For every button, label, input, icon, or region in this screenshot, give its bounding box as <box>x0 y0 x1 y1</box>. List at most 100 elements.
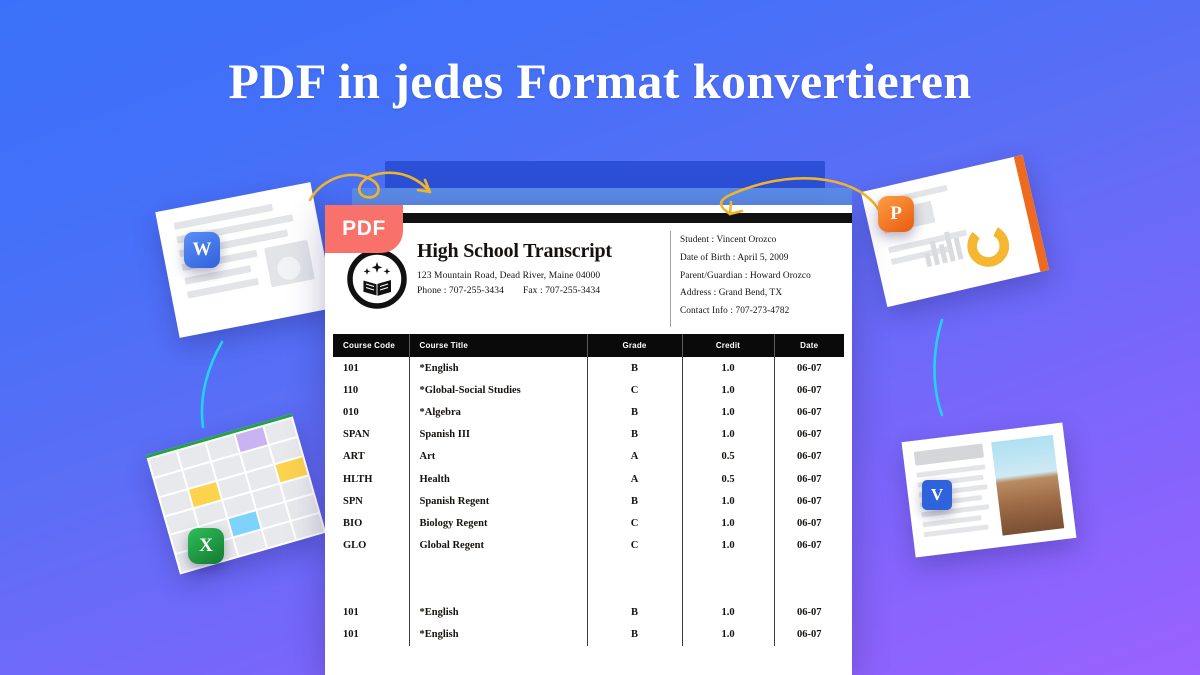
cell-grade: C <box>587 379 683 402</box>
cell-date: 06-07 <box>797 517 822 529</box>
open-book-seal-icon <box>347 249 407 309</box>
cell-course-title: *Algebra <box>409 401 588 424</box>
cell-credit: 1.0 <box>682 623 775 647</box>
column-header-grade: Grade <box>587 334 683 357</box>
cell-course-code: ART <box>333 445 410 468</box>
arc-connector-left <box>200 340 224 429</box>
cell-date: 06-07 <box>797 384 822 396</box>
cell-date: 06-07 <box>797 629 822 641</box>
table-row: 110 *Global-Social Studies C 1.0 06-07 <box>333 379 844 402</box>
cell-course-code: BIO <box>333 512 410 535</box>
cell-course-code: SPN <box>333 490 410 513</box>
table-row: HLTH Health A 0.5 06-07 <box>333 467 844 491</box>
cell-grade: C <box>587 512 683 535</box>
cell-course-title: *English <box>409 357 588 380</box>
cell-course-title: Art <box>409 445 588 468</box>
school-title: High School Transcript <box>417 240 612 262</box>
cell-date: 06-07 <box>797 362 822 374</box>
phone-label: Phone : <box>417 286 447 296</box>
excel-badge-icon: X <box>188 528 224 564</box>
column-header-date: Date <box>774 334 844 357</box>
cell-credit: 1.0 <box>682 512 775 535</box>
fax-label: Fax : <box>522 286 543 296</box>
table-row: SPAN Spanish III B 1.0 06-07 <box>333 423 844 446</box>
word-document-icon[interactable] <box>155 182 335 338</box>
pdf-badge: PDF <box>325 205 403 253</box>
cell-course-title: Global Regent <box>409 534 588 557</box>
table-row: ART Art A 0.5 06-07 <box>333 445 844 468</box>
transcript-table: Course Code Course Title Grade Credit Da… <box>333 334 844 647</box>
cell-date: 06-07 <box>797 451 822 463</box>
cell-credit: 1.0 <box>682 379 775 402</box>
table-row: 010 *Algebra B 1.0 06-07 <box>333 401 844 424</box>
school-address: 123 Mountain Road, Dead River, Maine 040… <box>417 271 601 281</box>
table-row-spacer <box>333 556 844 602</box>
cell-credit: 1.0 <box>682 423 775 446</box>
table-row: 101 *English B 1.0 06-07 <box>333 357 844 380</box>
cell-course-code: GLO <box>333 534 410 557</box>
cell-credit: 1.0 <box>682 534 775 557</box>
student-info-panel: Student : Vincent Orozco Date of Birth :… <box>670 231 852 327</box>
cell-course-code: HLTH <box>333 467 410 491</box>
word-thumbnail-placeholder <box>264 239 315 288</box>
cell-credit: 1.0 <box>682 401 775 424</box>
school-contact: Phone : 707-255-3434 Fax : 707-255-3434 <box>417 286 670 296</box>
table-body: 101 *English B 1.0 06-07 110 *Global-Social St… <box>333 357 844 647</box>
arc-connector-right <box>933 318 944 417</box>
cell-date: 06-07 <box>797 429 822 441</box>
cell-grade: B <box>587 401 683 424</box>
cell-date: 06-07 <box>797 495 822 507</box>
cell-credit: 1.0 <box>682 490 775 513</box>
cell-credit: 1.0 <box>682 357 775 380</box>
cell-grade: B <box>587 623 683 647</box>
excel-spreadsheet-icon[interactable] <box>145 413 327 575</box>
cell-course-title: Health <box>409 467 588 491</box>
table-row: 101 *English B 1.0 06-07 <box>333 601 844 624</box>
cell-grade: B <box>587 357 683 380</box>
cell-course-code: 101 <box>333 357 410 380</box>
cell-course-title: *Global-Social Studies <box>409 379 588 402</box>
cell-credit: 0.5 <box>682 445 775 468</box>
ppt-donut-chart-icon <box>963 220 1014 272</box>
student-info-line: Contact Info : 707-273-4782 <box>680 306 790 317</box>
document-top-rule <box>325 213 852 223</box>
student-info-line: Address : Grand Bend, TX <box>680 288 783 299</box>
cell-course-code: 101 <box>333 601 410 624</box>
cell-course-title: Biology Regent <box>409 512 588 535</box>
column-header-course-code: Course Code <box>333 334 410 357</box>
cell-grade: B <box>587 423 683 446</box>
cell-grade: A <box>587 445 683 468</box>
phone-value: 707-255-3434 <box>448 286 504 296</box>
landscape-photo-thumbnail <box>991 434 1065 536</box>
visio-badge-icon: V <box>922 480 952 510</box>
cell-course-code: 110 <box>333 379 410 402</box>
cell-date: 06-07 <box>797 540 822 552</box>
cell-date: 06-07 <box>797 607 822 619</box>
table-row: SPN Spanish Regent B 1.0 06-07 <box>333 490 844 513</box>
table-row: GLO Global Regent C 1.0 06-07 <box>333 534 844 557</box>
cell-date: 06-07 <box>797 406 822 418</box>
student-info-line: Student : Vincent Orozco <box>680 235 777 245</box>
table-header-row: Course Code Course Title Grade Credit Da… <box>333 334 844 357</box>
cell-grade: C <box>587 534 683 557</box>
cell-grade: B <box>587 490 683 513</box>
cell-course-title: Spanish Regent <box>409 490 588 513</box>
cell-course-code: SPAN <box>333 423 410 446</box>
cell-credit: 0.5 <box>682 467 775 491</box>
cell-course-title: Spanish III <box>409 423 588 446</box>
page-title: PDF in jedes Format konvertieren <box>228 53 972 109</box>
ppt-bar-chart-icon <box>921 230 964 268</box>
cell-course-title: *English <box>409 601 588 624</box>
cell-course-code: 101 <box>333 623 410 647</box>
table-row: BIO Biology Regent C 1.0 06-07 <box>333 512 844 535</box>
cell-course-code: 010 <box>333 401 410 424</box>
column-header-course-title: Course Title <box>409 334 588 357</box>
cell-grade: A <box>587 467 683 491</box>
powerpoint-badge-icon: P <box>878 196 914 232</box>
word-badge-icon: W <box>184 232 220 268</box>
cell-credit: 1.0 <box>682 601 775 624</box>
transcript-document[interactable]: High School Transcript 123 Mountain Road… <box>325 205 852 675</box>
excel-grid <box>145 413 327 575</box>
cell-course-title: *English <box>409 623 588 647</box>
document-header: High School Transcript 123 Mountain Road… <box>325 231 852 327</box>
